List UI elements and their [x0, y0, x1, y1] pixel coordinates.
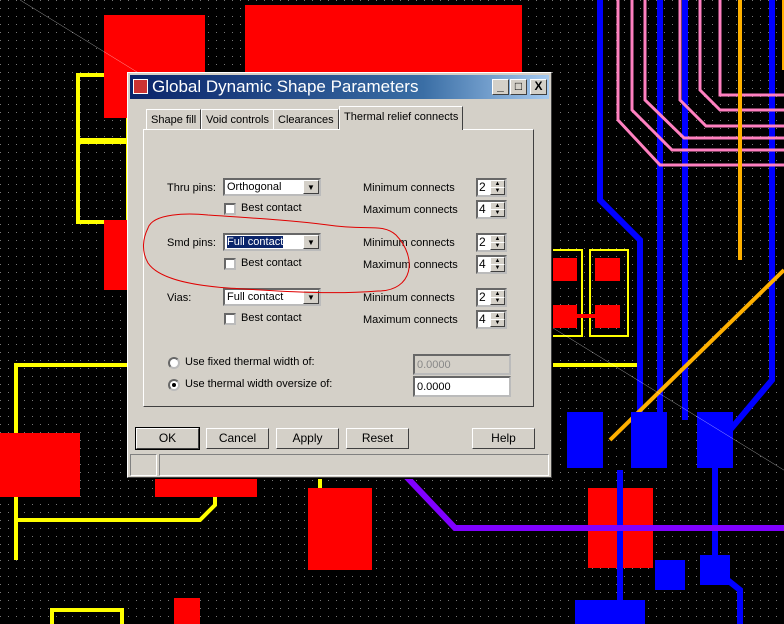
status-bar [159, 454, 549, 476]
ok-button[interactable]: OK [135, 427, 200, 450]
reset-button[interactable]: Reset [346, 428, 409, 449]
apply-button[interactable]: Apply [276, 428, 339, 449]
tab-thermal-relief-connects[interactable]: Thermal relief connects [339, 106, 464, 130]
global-dynamic-shape-parameters-dialog: Global Dynamic Shape Parameters _ □ X Sh… [127, 72, 552, 478]
help-button[interactable]: Help [472, 428, 535, 449]
cancel-button[interactable]: Cancel [206, 428, 269, 449]
red-annotation-circle [143, 213, 410, 294]
status-bar-cell [130, 454, 157, 476]
